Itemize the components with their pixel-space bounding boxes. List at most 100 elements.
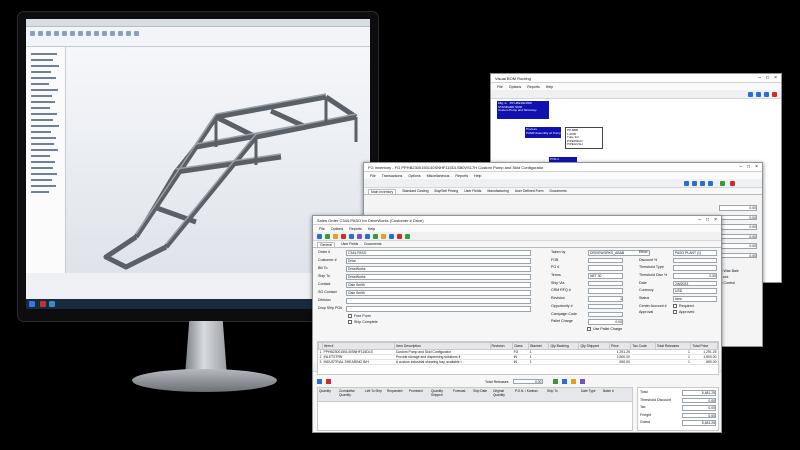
tab-user-fields[interactable]: User Fields — [464, 189, 481, 193]
campaign-code-field[interactable] — [588, 311, 623, 317]
column-header[interactable]: Revision — [489, 342, 514, 350]
revision-field[interactable]: 1 — [588, 296, 623, 302]
currency-field[interactable]: USD — [673, 288, 717, 294]
value-field[interactable]: 0.00 — [719, 205, 757, 211]
start-icon[interactable] — [29, 301, 35, 307]
menu-help[interactable]: Help — [474, 174, 481, 178]
close-icon[interactable] — [730, 181, 735, 186]
bom-node-material[interactable]: PP-BBB 1.0000 Tube 3/4 PIPEWELD PIPEGUSH — [565, 127, 603, 149]
maximize-icon[interactable]: □ — [747, 164, 750, 170]
column-header[interactable]: Class — [512, 342, 530, 350]
close-icon[interactable]: × — [714, 217, 717, 223]
column-header[interactable]: Item # — [321, 342, 396, 350]
division-field[interactable] — [346, 298, 531, 304]
value-field[interactable]: 0.00 — [719, 214, 757, 220]
column-header[interactable]: Original Quantity — [492, 388, 514, 401]
tab-main-inventory[interactable]: Main Inventory — [368, 188, 397, 194]
menu-miscellaneous[interactable]: Miscellaneous — [427, 174, 450, 178]
refresh-icon[interactable] — [748, 92, 753, 97]
tab-documents[interactable]: Documents — [364, 242, 381, 246]
refresh-icon[interactable] — [373, 234, 378, 239]
menu-reports[interactable]: Reports — [349, 227, 362, 231]
contact-field[interactable]: Gain Smith — [346, 282, 531, 288]
print-icon[interactable] — [764, 92, 769, 97]
column-header[interactable]: Blanket — [528, 342, 550, 350]
print-icon[interactable] — [349, 234, 354, 239]
total-releases-field[interactable]: 0.00 — [512, 378, 543, 385]
close-icon[interactable] — [772, 92, 777, 97]
tools-icon[interactable] — [357, 234, 362, 239]
save-icon[interactable] — [552, 379, 558, 384]
tab-manufacturing[interactable]: Manufacturing — [487, 189, 509, 193]
column-header[interactable]: Left To Ship — [364, 388, 386, 401]
threshold-disc-field[interactable]: 0.00 — [673, 273, 717, 279]
zoom-icon[interactable] — [756, 92, 761, 97]
nav-next-icon[interactable] — [700, 181, 705, 186]
value-field[interactable]: 0.00 — [719, 243, 757, 249]
mail-icon[interactable] — [381, 234, 386, 239]
column-header[interactable]: Total Releases — [654, 342, 692, 350]
nav-first-icon[interactable] — [684, 181, 689, 186]
column-header[interactable]: Ship Date — [472, 388, 492, 401]
search-icon[interactable] — [365, 234, 370, 239]
menu-transactions[interactable]: Transactions — [382, 174, 402, 178]
column-header[interactable]: Price — [608, 342, 632, 350]
opportunity-field[interactable] — [588, 303, 623, 310]
print-icon[interactable] — [561, 379, 567, 384]
tab-user-defined-form[interactable]: User Defined Form — [515, 189, 544, 193]
tab-documents[interactable]: Documents — [550, 189, 567, 193]
tax-field[interactable]: 0.00 — [682, 405, 716, 411]
column-header[interactable]: Tax Code — [630, 342, 656, 350]
minimize-icon[interactable]: – — [758, 75, 761, 81]
crm-rfq-field[interactable] — [588, 288, 623, 294]
date-field[interactable]: 2/6/2023 — [673, 280, 717, 287]
value-field[interactable]: 0.00 — [719, 252, 757, 258]
delete-icon[interactable] — [341, 234, 346, 239]
column-header[interactable]: Promised — [408, 388, 430, 401]
pallet-charge-field[interactable]: 0.00 — [588, 319, 623, 325]
save-icon[interactable] — [325, 234, 330, 239]
menu-file[interactable]: File — [319, 227, 325, 231]
app-icon[interactable] — [40, 301, 46, 307]
delete-icon[interactable] — [326, 379, 331, 384]
column-header[interactable]: Qty Shipped — [578, 342, 610, 350]
bom-node-root[interactable]: Mfg. A PP:HB2300150F STANDARD SKID Custo… — [497, 101, 549, 119]
menu-options[interactable]: Options — [331, 227, 343, 231]
new-icon[interactable] — [317, 234, 322, 239]
app-icon[interactable] — [49, 301, 55, 307]
order-number-field[interactable]: C344-PASO — [346, 250, 531, 256]
use-pallet-charge-checkbox[interactable] — [587, 326, 591, 331]
pdf-icon[interactable] — [397, 234, 402, 239]
ship-complete-checkbox[interactable] — [348, 320, 352, 324]
menu-options[interactable]: Options — [408, 174, 420, 178]
threshold-type-field[interactable] — [673, 265, 717, 271]
column-header[interactable]: Quantity — [318, 388, 338, 401]
effort-field[interactable]: PASO PLANT (1) — [673, 250, 717, 256]
threshold-discount-field[interactable]: 0.00 — [682, 397, 716, 403]
grand-total-field[interactable]: 5,481.25 — [682, 420, 716, 426]
total-field[interactable]: 5,481.25 — [682, 390, 716, 396]
tab-buy-sell-pricing[interactable]: Buy/Sell Pricing — [434, 189, 458, 193]
column-header[interactable]: Date Type — [580, 388, 602, 401]
po-field[interactable] — [588, 265, 623, 271]
discount-field[interactable] — [673, 257, 717, 264]
table-row[interactable]: 3 INDUSTRIAL SHEARING B/H A custom industr… — [318, 359, 718, 365]
tab-user-fields[interactable]: User Fields — [341, 242, 358, 246]
column-header[interactable]: Requested — [386, 388, 408, 401]
menu-help[interactable]: Help — [368, 227, 375, 231]
folder-icon[interactable] — [333, 234, 338, 239]
close-icon[interactable]: × — [755, 164, 758, 170]
column-header[interactable]: Forecast — [452, 388, 472, 401]
bom-node-process[interactable]: Process PUMP Assembly w/ Pump — [525, 127, 561, 138]
menu-reports[interactable]: Reports — [527, 85, 540, 89]
column-header[interactable]: Quantity Shipped — [430, 388, 452, 401]
cad-feature-tree[interactable] — [26, 47, 66, 273]
tab-standard-costing[interactable]: Standard Costing — [402, 189, 428, 193]
approved-checkbox[interactable] — [673, 310, 677, 314]
column-header[interactable]: Item Description — [394, 342, 491, 350]
save-icon[interactable] — [720, 181, 725, 186]
cad-ribbon-toolbar[interactable] — [26, 27, 370, 47]
fob-field[interactable] — [588, 257, 623, 264]
column-header[interactable]: Ship To — [546, 388, 580, 401]
value-field[interactable]: 0.00 — [719, 233, 757, 239]
